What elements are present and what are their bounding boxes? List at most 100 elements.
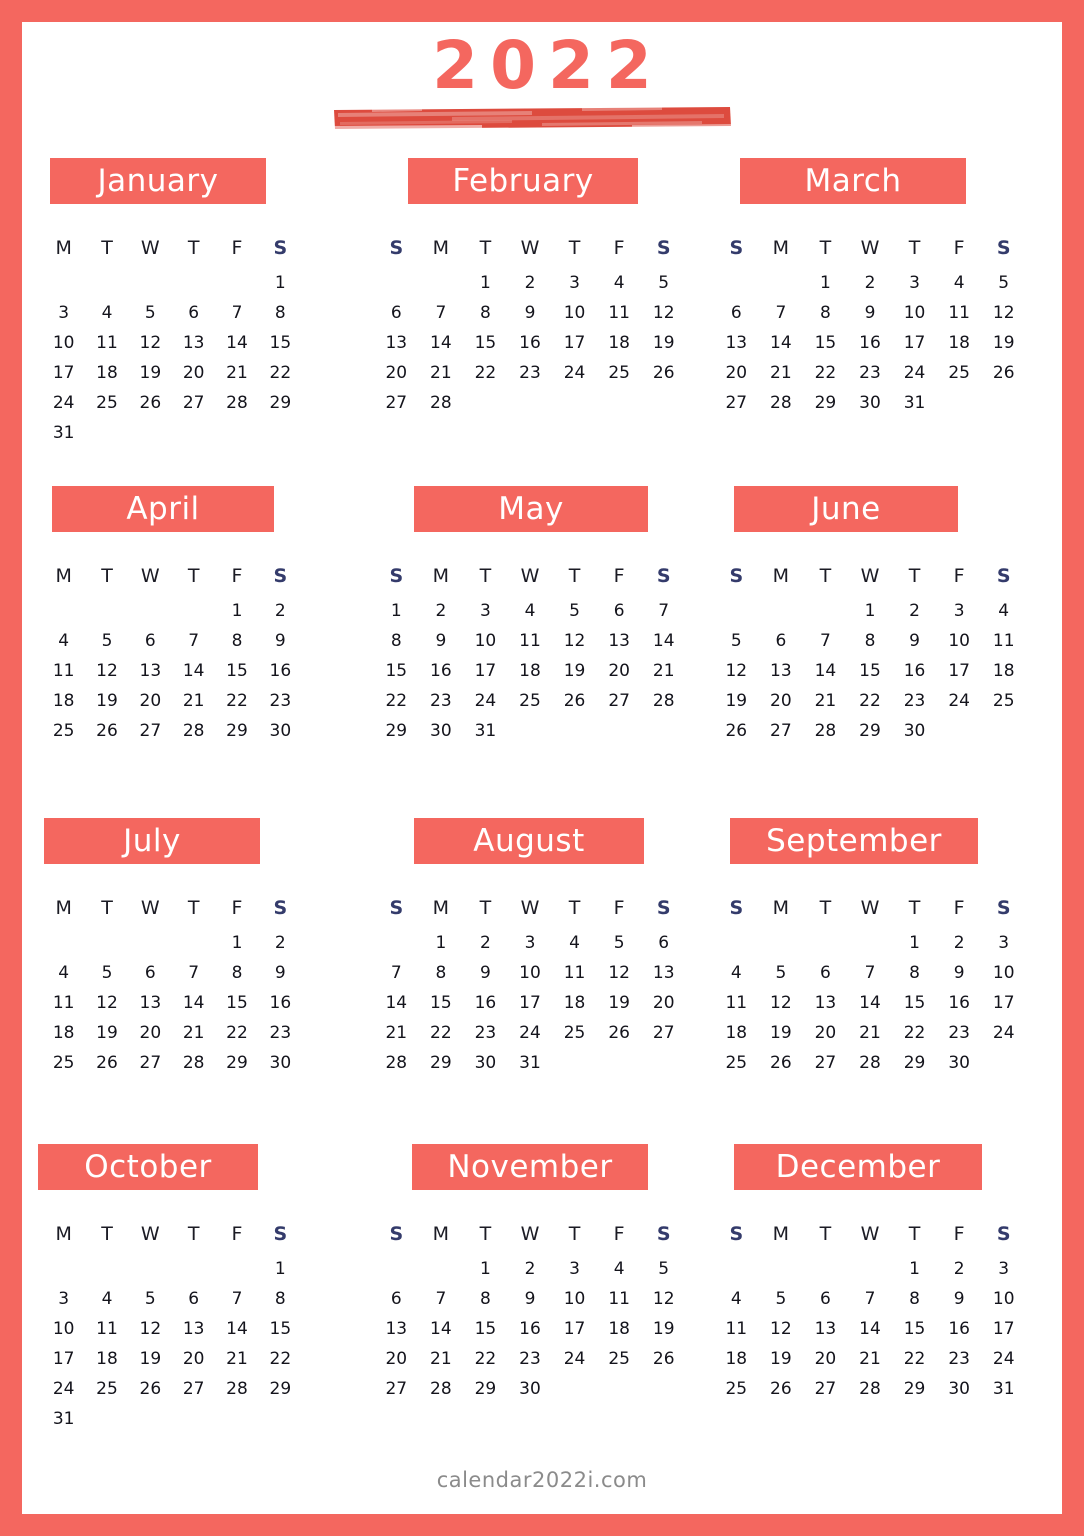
day-cell[interactable]: 26 [552,686,597,716]
day-cell[interactable]: 26 [85,716,128,746]
day-cell[interactable]: 4 [937,268,982,298]
day-cell[interactable]: 6 [759,626,804,656]
day-cell[interactable]: 19 [641,328,686,358]
day-cell[interactable]: 12 [85,988,128,1018]
day-cell[interactable]: 26 [597,1018,642,1048]
day-cell[interactable]: 19 [85,686,128,716]
day-cell[interactable]: 12 [552,626,597,656]
day-cell[interactable]: 29 [892,1048,937,1078]
day-cell[interactable]: 7 [215,298,258,328]
day-cell[interactable]: 2 [848,268,893,298]
day-cell[interactable]: 2 [937,928,982,958]
day-cell[interactable]: 30 [937,1374,982,1404]
day-cell[interactable]: 6 [803,1284,848,1314]
day-cell[interactable]: 27 [129,1048,172,1078]
day-cell[interactable]: 29 [374,716,419,746]
day-cell[interactable]: 18 [508,656,553,686]
day-cell[interactable]: 27 [374,1374,419,1404]
day-cell[interactable]: 20 [597,656,642,686]
day-cell[interactable]: 9 [508,1284,553,1314]
day-cell[interactable]: 14 [419,328,464,358]
day-cell[interactable]: 22 [463,358,508,388]
day-cell[interactable]: 15 [892,988,937,1018]
day-cell[interactable]: 12 [641,298,686,328]
day-cell[interactable]: 1 [848,596,893,626]
day-cell[interactable]: 3 [552,1254,597,1284]
day-cell[interactable]: 13 [172,328,215,358]
day-cell[interactable]: 15 [259,1314,302,1344]
day-cell[interactable]: 1 [463,268,508,298]
day-cell[interactable]: 29 [259,1374,302,1404]
day-cell[interactable]: 22 [848,686,893,716]
day-cell[interactable]: 23 [937,1344,982,1374]
day-cell[interactable]: 5 [597,928,642,958]
day-cell[interactable]: 12 [759,1314,804,1344]
day-cell[interactable]: 25 [42,1048,85,1078]
day-cell[interactable]: 9 [463,958,508,988]
day-cell[interactable]: 10 [552,298,597,328]
day-cell[interactable]: 31 [42,1404,85,1434]
day-cell[interactable]: 5 [552,596,597,626]
day-cell[interactable]: 2 [937,1254,982,1284]
day-cell[interactable]: 14 [803,656,848,686]
day-cell[interactable]: 19 [597,988,642,1018]
day-cell[interactable]: 6 [172,298,215,328]
day-cell[interactable]: 31 [463,716,508,746]
day-cell[interactable]: 13 [597,626,642,656]
day-cell[interactable]: 20 [374,1344,419,1374]
day-cell[interactable]: 18 [937,328,982,358]
day-cell[interactable]: 4 [981,596,1026,626]
day-cell[interactable]: 3 [937,596,982,626]
day-cell[interactable]: 8 [463,298,508,328]
day-cell[interactable]: 24 [42,1374,85,1404]
day-cell[interactable]: 29 [892,1374,937,1404]
day-cell[interactable]: 26 [641,358,686,388]
day-cell[interactable]: 8 [419,958,464,988]
day-cell[interactable]: 1 [892,928,937,958]
day-cell[interactable]: 1 [215,928,258,958]
day-cell[interactable]: 13 [803,1314,848,1344]
day-cell[interactable]: 2 [463,928,508,958]
day-cell[interactable]: 10 [981,958,1026,988]
day-cell[interactable]: 14 [419,1314,464,1344]
day-cell[interactable]: 12 [129,328,172,358]
day-cell[interactable]: 25 [714,1048,759,1078]
day-cell[interactable]: 14 [172,988,215,1018]
day-cell[interactable]: 28 [419,388,464,418]
day-cell[interactable]: 14 [172,656,215,686]
day-cell[interactable]: 29 [259,388,302,418]
day-cell[interactable]: 21 [803,686,848,716]
day-cell[interactable]: 29 [419,1048,464,1078]
day-cell[interactable]: 13 [172,1314,215,1344]
day-cell[interactable]: 12 [597,958,642,988]
day-cell[interactable]: 26 [129,388,172,418]
day-cell[interactable]: 26 [129,1374,172,1404]
day-cell[interactable]: 11 [597,1284,642,1314]
day-cell[interactable]: 23 [848,358,893,388]
day-cell[interactable]: 2 [259,928,302,958]
day-cell[interactable]: 5 [129,1284,172,1314]
day-cell[interactable]: 10 [981,1284,1026,1314]
day-cell[interactable]: 9 [259,626,302,656]
day-cell[interactable]: 6 [172,1284,215,1314]
day-cell[interactable]: 16 [937,1314,982,1344]
day-cell[interactable]: 25 [42,716,85,746]
day-cell[interactable]: 5 [641,268,686,298]
day-cell[interactable]: 27 [374,388,419,418]
day-cell[interactable]: 28 [419,1374,464,1404]
day-cell[interactable]: 23 [259,686,302,716]
day-cell[interactable]: 6 [129,958,172,988]
day-cell[interactable]: 23 [892,686,937,716]
day-cell[interactable]: 22 [419,1018,464,1048]
day-cell[interactable]: 14 [215,328,258,358]
day-cell[interactable]: 17 [937,656,982,686]
day-cell[interactable]: 28 [803,716,848,746]
day-cell[interactable]: 6 [714,298,759,328]
day-cell[interactable]: 27 [759,716,804,746]
day-cell[interactable]: 7 [215,1284,258,1314]
day-cell[interactable]: 24 [981,1018,1026,1048]
day-cell[interactable]: 21 [419,1344,464,1374]
day-cell[interactable]: 1 [419,928,464,958]
day-cell[interactable]: 7 [759,298,804,328]
day-cell[interactable]: 4 [42,958,85,988]
